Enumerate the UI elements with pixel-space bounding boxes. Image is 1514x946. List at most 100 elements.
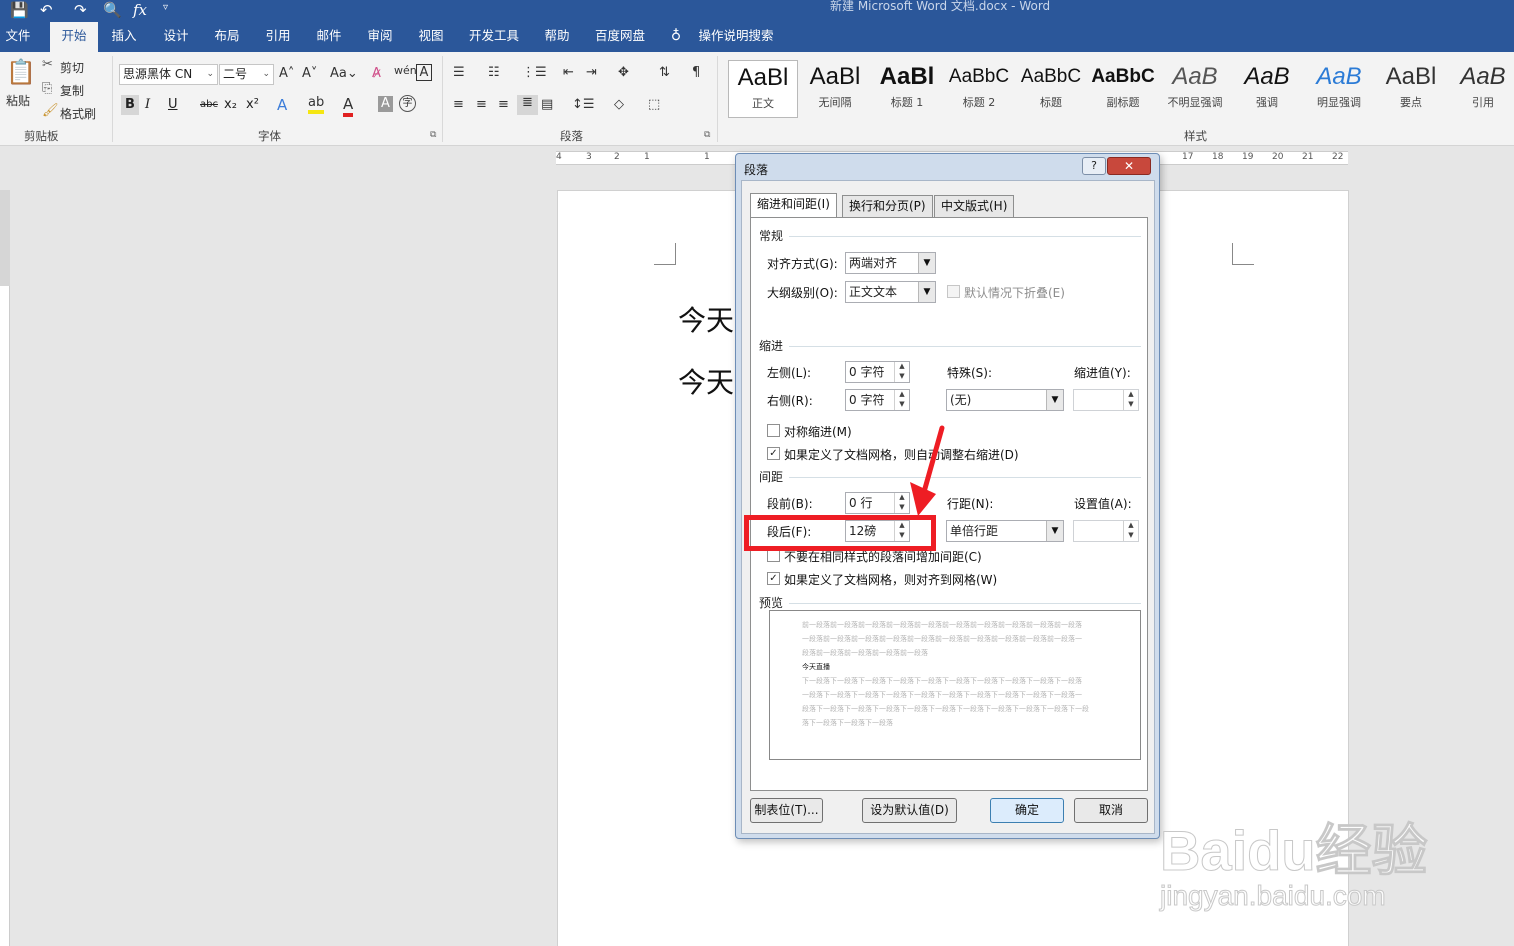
underline-button[interactable]: U <box>168 97 178 112</box>
justify-icon[interactable]: ≣ <box>517 95 538 115</box>
tell-me-search[interactable]: 操作说明搜索 <box>694 22 778 52</box>
tabs-button[interactable]: 制表位(T)... <box>750 798 823 823</box>
formula-icon[interactable]: fx <box>133 1 147 19</box>
shading-icon[interactable]: ◇ <box>614 97 624 112</box>
change-case-icon[interactable]: Aa⌄ <box>330 66 358 81</box>
line-spacing-select[interactable]: 单倍行距 ▼ <box>946 520 1064 542</box>
redo-icon[interactable]: ↷ <box>74 1 87 19</box>
tab-view[interactable]: 视图 <box>411 22 451 52</box>
spinner-icon[interactable]: ▲ ▼ <box>894 362 909 382</box>
tab-file[interactable]: 文件 <box>0 22 36 52</box>
spinner-icon[interactable]: ▲ ▼ <box>1123 521 1138 541</box>
strikethrough-button[interactable]: abc <box>200 99 218 110</box>
font-name-combo[interactable]: 思源黑体 CN ⌄ <box>119 64 218 85</box>
sort-icon[interactable]: ⇅ <box>659 65 670 80</box>
font-color-icon[interactable]: A <box>343 95 354 117</box>
document-line[interactable]: 今天 <box>678 361 734 401</box>
tab-home[interactable]: 开始 <box>50 22 98 52</box>
align-center-icon[interactable]: ≡ <box>476 97 487 112</box>
collapse-checkbox[interactable] <box>947 285 960 298</box>
style-title[interactable]: AaBbC 标题 <box>1016 60 1086 118</box>
highlight-icon[interactable]: ab <box>308 95 325 114</box>
close-button[interactable]: ✕ <box>1107 157 1151 175</box>
cancel-button[interactable]: 取消 <box>1074 798 1148 823</box>
superscript-button[interactable]: x² <box>246 97 259 112</box>
decrease-indent-icon[interactable]: ⇤ <box>563 65 574 80</box>
borders-icon[interactable]: ⬚ <box>648 97 660 112</box>
show-marks-icon[interactable]: ¶ <box>692 65 700 80</box>
shrink-font-icon[interactable]: A˅ <box>302 66 317 81</box>
tab-references[interactable]: 引用 <box>258 22 298 52</box>
clear-formatting-icon[interactable]: A̷ <box>372 66 381 81</box>
spinner-icon[interactable]: ▲ ▼ <box>894 390 909 410</box>
font-size-combo[interactable]: 二号 ⌄ <box>219 64 274 85</box>
distributed-icon[interactable]: ▤ <box>541 97 553 112</box>
line-spacing-icon[interactable]: ↕☰ <box>572 97 595 112</box>
style-emphasis[interactable]: AaB 强调 <box>1232 60 1302 118</box>
spinner-icon[interactable]: ▲ ▼ <box>1123 390 1138 410</box>
style-quote[interactable]: AaB 引用 <box>1448 60 1514 118</box>
paste-icon[interactable]: 📋 <box>6 58 36 88</box>
customize-qat-icon[interactable]: ▿ <box>163 2 168 13</box>
increase-indent-icon[interactable]: ⇥ <box>586 65 597 80</box>
tab-layout[interactable]: 布局 <box>207 22 247 52</box>
style-heading-1[interactable]: AaBl 标题 1 <box>872 60 942 118</box>
paragraph-dialog-launcher-icon[interactable]: ⧉ <box>704 130 710 140</box>
subscript-button[interactable]: x₂ <box>224 97 237 112</box>
bold-button[interactable]: B <box>121 95 139 115</box>
indent-by-spinner[interactable]: ▲ ▼ <box>1073 389 1139 411</box>
print-preview-icon[interactable]: 🔍 <box>103 1 122 19</box>
enclosed-character-icon[interactable]: 字 <box>399 95 416 112</box>
tab-baidu-netdisk[interactable]: 百度网盘 <box>588 22 652 52</box>
paste-button[interactable]: 粘贴 <box>6 92 30 109</box>
align-left-icon[interactable]: ≡ <box>453 97 464 112</box>
special-select[interactable]: (无) ▼ <box>946 389 1064 411</box>
style-strong[interactable]: AaBl 要点 <box>1376 60 1446 118</box>
font-dialog-launcher-icon[interactable]: ⧉ <box>430 130 436 140</box>
ok-button[interactable]: 确定 <box>990 798 1064 823</box>
tab-mailings[interactable]: 邮件 <box>309 22 349 52</box>
help-button[interactable]: ? <box>1082 157 1106 175</box>
indent-right-spinner[interactable]: 0 字符 ▲ ▼ <box>845 389 910 411</box>
indent-left-spinner[interactable]: 0 字符 ▲ ▼ <box>845 361 910 383</box>
snap-to-grid-checkbox[interactable]: ✓ <box>767 572 780 585</box>
mirror-indents-checkbox[interactable] <box>767 424 780 437</box>
tab-line-page-breaks[interactable]: 换行和分页(P) <box>842 195 933 217</box>
tab-asian-typography[interactable]: 中文版式(H) <box>934 195 1015 217</box>
tab-developer[interactable]: 开发工具 <box>462 22 526 52</box>
numbering-icon[interactable]: ☷ <box>488 65 500 80</box>
phonetic-guide-icon[interactable]: wén <box>394 64 417 77</box>
style-normal[interactable]: AaBl 正文 <box>728 60 798 118</box>
auto-right-indent-checkbox[interactable]: ✓ <box>767 447 780 460</box>
italic-button[interactable]: I <box>145 97 150 112</box>
style-heading-2[interactable]: AaBbC 标题 2 <box>944 60 1014 118</box>
grow-font-icon[interactable]: A˄ <box>279 66 294 81</box>
style-subtitle[interactable]: AaBbC 副标题 <box>1088 60 1158 118</box>
vertical-ruler[interactable] <box>0 190 10 946</box>
format-painter-icon[interactable]: 🖌 <box>42 103 59 118</box>
character-border-icon[interactable]: A <box>416 64 432 81</box>
set-default-button[interactable]: 设为默认值(D) <box>862 798 957 823</box>
tab-design[interactable]: 设计 <box>156 22 196 52</box>
cut-button[interactable]: 剪切 <box>60 59 84 76</box>
spacing-at-spinner[interactable]: ▲ ▼ <box>1073 520 1139 542</box>
style-intense-emphasis[interactable]: AaB 明显强调 <box>1304 60 1374 118</box>
outline-level-select[interactable]: 正文文本 ▼ <box>845 281 936 303</box>
style-subtle-emphasis[interactable]: AaB 不明显强调 <box>1160 60 1230 118</box>
style-no-spacing[interactable]: AaBl 无间隔 <box>800 60 870 118</box>
multilevel-list-icon[interactable]: ⋮☰ <box>522 65 547 80</box>
copy-icon[interactable]: ⎘ <box>42 81 52 96</box>
format-painter-button[interactable]: 格式刷 <box>60 105 96 122</box>
align-right-icon[interactable]: ≡ <box>498 97 509 112</box>
bullets-icon[interactable]: ☰ <box>453 65 465 80</box>
save-icon[interactable]: 💾 <box>10 1 29 19</box>
undo-icon[interactable]: ↶ <box>40 1 53 19</box>
copy-button[interactable]: 复制 <box>60 82 84 99</box>
tab-help[interactable]: 帮助 <box>537 22 577 52</box>
tab-insert[interactable]: 插入 <box>104 22 144 52</box>
alignment-select[interactable]: 两端对齐 ▼ <box>845 252 936 274</box>
document-line[interactable]: 今天 <box>678 299 734 339</box>
tab-review[interactable]: 审阅 <box>360 22 400 52</box>
tab-indents-spacing[interactable]: 缩进和间距(I) <box>750 193 837 218</box>
text-effects-icon[interactable]: A <box>277 96 287 114</box>
